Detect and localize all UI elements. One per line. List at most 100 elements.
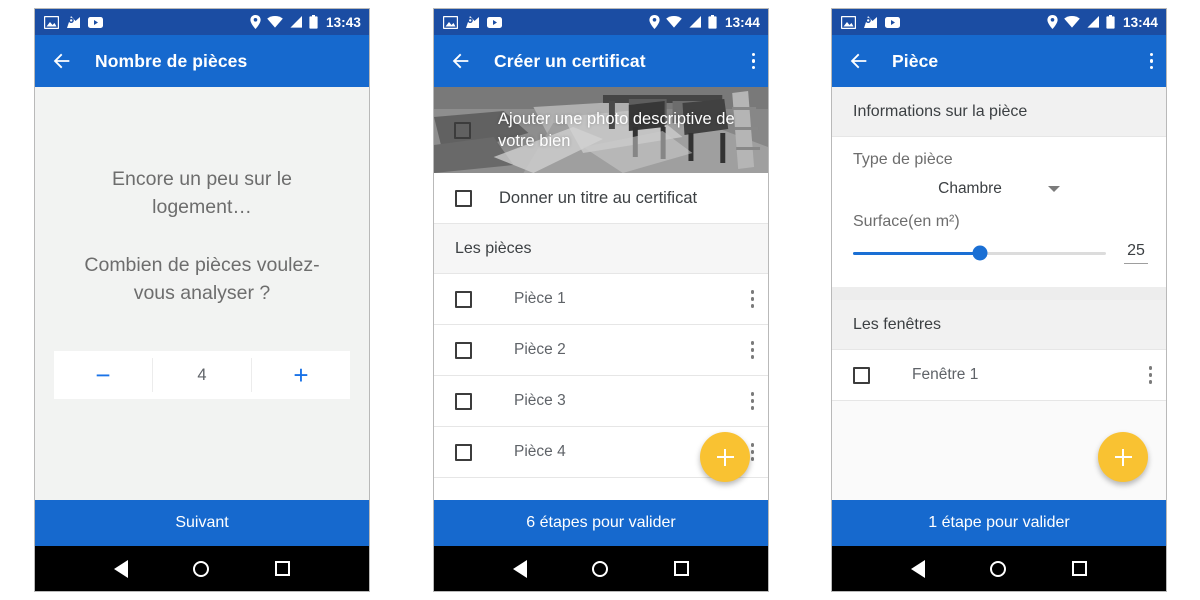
back-arrow-icon[interactable] — [848, 50, 870, 72]
row-overflow-icon[interactable] — [750, 392, 754, 410]
nav-back-icon[interactable] — [113, 559, 128, 578]
room-info-card: Type de pièce Chambre Surface(en m²) 25 — [832, 137, 1166, 287]
location-icon — [250, 15, 261, 29]
image-icon — [841, 15, 856, 29]
row-overflow-icon[interactable] — [750, 290, 754, 308]
battery-icon — [708, 15, 717, 29]
table-row[interactable]: Fenêtre 1 — [832, 350, 1166, 401]
section-header-windows: Les fenêtres — [832, 300, 1166, 350]
surface-slider[interactable] — [853, 245, 1106, 261]
stepper-decrement-button[interactable]: − — [54, 351, 152, 399]
prompt-line-2: Combien de pièces voulez-vous analyser ? — [84, 254, 320, 304]
add-room-fab[interactable] — [700, 432, 750, 482]
youtube-icon — [487, 16, 502, 28]
nav-recents-icon[interactable] — [674, 561, 690, 576]
room-label: Pièce 2 — [514, 341, 566, 358]
room-type-label: Type de pièce — [853, 151, 953, 168]
section-divider — [832, 287, 1166, 300]
nav-home-icon[interactable] — [592, 560, 609, 577]
table-row[interactable]: Pièce 2 — [434, 325, 768, 376]
image-icon — [44, 15, 59, 29]
table-row[interactable]: Pièce 1 — [434, 274, 768, 325]
status-bar: 13:44 — [832, 9, 1166, 35]
section-header-rooms: Les pièces — [434, 224, 768, 274]
row-overflow-icon[interactable] — [750, 443, 754, 461]
battery-icon — [1106, 15, 1115, 29]
screenshot-stage: 13:43 Nombre de pièces Encore un peu sur… — [0, 0, 1200, 600]
surface-slider-fill — [853, 251, 980, 255]
nav-back-icon[interactable] — [910, 559, 925, 578]
back-arrow-icon[interactable] — [450, 50, 472, 72]
surface-slider-thumb[interactable] — [972, 245, 987, 261]
page-title-2: Créer un certificat — [494, 50, 646, 71]
table-row[interactable]: Pièce 3 — [434, 376, 768, 427]
add-window-fab[interactable] — [1098, 432, 1148, 482]
room-checkbox[interactable] — [455, 443, 472, 461]
status-bar-left-icons — [841, 15, 900, 29]
status-bar-right-icons: 13:44 — [649, 15, 760, 30]
app-bar-1: Nombre de pièces — [35, 35, 369, 87]
status-bar-clock: 13:43 — [325, 14, 361, 30]
surface-label: Surface(en m²) — [853, 213, 960, 230]
app-bar-3: Pièce — [832, 35, 1166, 87]
status-bar-left-icons — [443, 15, 502, 29]
overflow-menu-icon[interactable] — [751, 52, 755, 70]
add-photo-checkbox[interactable] — [454, 121, 471, 139]
nav-home-icon[interactable] — [193, 560, 210, 577]
bottom-action-button-3[interactable]: 1 étape pour valider — [832, 500, 1166, 546]
nav-recents-icon[interactable] — [1072, 561, 1088, 576]
room-checkbox[interactable] — [455, 341, 472, 359]
status-bar-clock: 13:44 — [1122, 14, 1158, 30]
android-nav-bar-3 — [832, 546, 1166, 591]
property-photo-banner[interactable]: Ajouter une photo descriptive de votre b… — [434, 87, 768, 173]
youtube-icon — [885, 16, 900, 28]
page-title-1: Nombre de pièces — [95, 50, 248, 71]
phone-screen-1: 13:43 Nombre de pièces Encore un peu sur… — [34, 8, 370, 592]
add-photo-label: Ajouter une photo descriptive de votre b… — [498, 110, 735, 150]
overflow-menu-icon[interactable] — [1149, 52, 1153, 70]
nav-recents-icon[interactable] — [275, 561, 291, 576]
surface-slider-row: 25 — [832, 231, 1166, 275]
youtube-icon — [88, 16, 103, 28]
maps-icon — [67, 16, 80, 28]
battery-icon — [309, 15, 318, 29]
row-overflow-icon[interactable] — [1148, 366, 1152, 384]
room-label: Pièce 1 — [514, 290, 566, 307]
room-type-dropdown[interactable]: Chambre — [832, 169, 1166, 209]
bottom-action-button-2[interactable]: 6 étapes pour valider — [434, 500, 768, 546]
screen-2-content: Ajouter une photo descriptive de votre b… — [434, 87, 768, 500]
room-label: Pièce 4 — [514, 443, 566, 460]
certificate-title-row[interactable]: Donner un titre au certificat — [434, 173, 768, 224]
surface-value[interactable]: 25 — [1124, 242, 1148, 264]
stepper-increment-button[interactable]: + — [252, 351, 350, 399]
app-bar-2: Créer un certificat — [434, 35, 768, 87]
chevron-down-icon — [1047, 186, 1060, 192]
signal-icon — [1087, 16, 1099, 28]
back-arrow-icon[interactable] — [51, 50, 73, 72]
room-label: Pièce 3 — [514, 392, 566, 409]
android-nav-bar-2 — [434, 546, 768, 591]
window-label: Fenêtre 1 — [912, 366, 979, 383]
window-checkbox[interactable] — [853, 366, 870, 384]
wifi-icon — [1064, 16, 1080, 28]
certificate-title-checkbox[interactable] — [455, 189, 472, 207]
status-bar-left-icons — [44, 15, 103, 29]
maps-icon — [864, 16, 877, 28]
room-checkbox[interactable] — [455, 392, 472, 410]
image-icon — [443, 15, 458, 29]
maps-icon — [466, 16, 479, 28]
nav-back-icon[interactable] — [512, 559, 527, 578]
status-bar-clock: 13:44 — [724, 14, 760, 30]
room-checkbox[interactable] — [455, 290, 472, 308]
stepper-value[interactable]: 4 — [153, 351, 251, 399]
prompt-line-1: Encore un peu sur le logement… — [112, 168, 292, 218]
status-bar: 13:44 — [434, 9, 768, 35]
nav-home-icon[interactable] — [990, 560, 1007, 577]
page-title-3: Pièce — [892, 50, 939, 71]
plus-icon — [1121, 448, 1125, 466]
plus-icon — [723, 448, 727, 466]
row-overflow-icon[interactable] — [750, 341, 754, 359]
status-bar-right-icons: 13:43 — [250, 15, 361, 30]
location-icon — [1047, 15, 1058, 29]
bottom-action-button-1[interactable]: Suivant — [35, 500, 369, 546]
